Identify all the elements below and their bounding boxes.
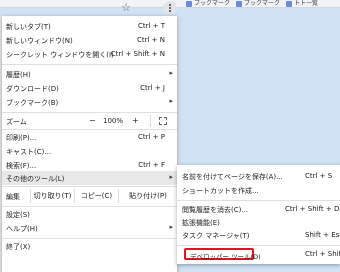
zoom-row: ズーム − 100% + bbox=[2, 114, 177, 128]
bookmark-bar: ブックマーク ブックマーク トト一覧 bbox=[186, 0, 318, 8]
menu-item-print[interactable]: 印刷(P)... Ctrl + P bbox=[2, 130, 177, 144]
folder-icon bbox=[186, 1, 192, 7]
menu-item-cast[interactable]: キャスト(C)... bbox=[2, 144, 177, 158]
chevron-right-icon: ▸ bbox=[169, 97, 173, 105]
paste-button[interactable]: 貼り付け(P) bbox=[118, 189, 177, 203]
fullscreen-icon[interactable] bbox=[159, 117, 167, 125]
submenu-item-create-shortcut[interactable]: ショートカットを作成... bbox=[177, 184, 340, 197]
toolbar-icons: ☆ bbox=[119, 1, 177, 15]
menu-button[interactable] bbox=[163, 1, 177, 15]
edit-row: 編集 切り取り(T) コピー(C) 貼り付け(P) bbox=[2, 188, 177, 204]
folder-icon bbox=[286, 1, 293, 7]
menu-divider bbox=[2, 186, 177, 187]
devtools-highlight: デベロッパー ツール(D) bbox=[184, 248, 261, 261]
menu-divider bbox=[177, 200, 340, 201]
bookmark-item[interactable]: ブックマーク bbox=[236, 0, 280, 8]
menu-item-new-tab[interactable]: 新しいタブ(T) Ctrl + T bbox=[2, 19, 177, 33]
chrome-main-menu: 新しいタブ(T) Ctrl + T 新しいウィンドウ(N) Ctrl + N シ… bbox=[2, 16, 177, 272]
zoom-level: 100% bbox=[103, 117, 124, 125]
submenu-item-task-manager[interactable]: タスク マネージャ(T) Shift + Esc bbox=[177, 229, 340, 242]
copy-button[interactable]: コピー(C) bbox=[74, 189, 118, 203]
chevron-right-icon: ▸ bbox=[169, 69, 173, 77]
menu-item-downloads[interactable]: ダウンロード(D) Ctrl + J bbox=[2, 81, 177, 95]
submenu-item-extensions[interactable]: 拡張機能(E) bbox=[177, 216, 340, 229]
menu-divider bbox=[2, 64, 177, 65]
menu-item-bookmarks[interactable]: ブックマーク(B) ▸ bbox=[2, 95, 177, 109]
menu-item-more-tools[interactable]: その他のツール(L) ▸ bbox=[2, 171, 177, 185]
zoom-divider bbox=[150, 115, 151, 127]
menu-divider bbox=[177, 245, 340, 246]
menu-item-new-window[interactable]: 新しいウィンドウ(N) Ctrl + N bbox=[2, 33, 177, 47]
more-tools-submenu: 名前を付けてページを保存(A)... Ctrl + S ショートカットを作成..… bbox=[177, 165, 340, 264]
star-icon[interactable]: ☆ bbox=[119, 1, 133, 15]
submenu-item-save-page[interactable]: 名前を付けてページを保存(A)... Ctrl + S bbox=[177, 170, 340, 183]
bookmark-item[interactable]: ブックマーク bbox=[186, 0, 230, 8]
menu-item-find[interactable]: 検索(F)... Ctrl + F bbox=[2, 158, 177, 172]
menu-item-incognito[interactable]: シークレット ウィンドウを開く(I) Ctrl + Shift + N bbox=[2, 47, 177, 61]
cut-button[interactable]: 切り取り(T) bbox=[30, 189, 74, 203]
chevron-right-icon: ▸ bbox=[169, 173, 173, 181]
bookmark-item[interactable]: トト一覧 bbox=[286, 0, 318, 8]
menu-divider bbox=[2, 112, 177, 113]
zoom-in-button[interactable]: + bbox=[132, 116, 139, 125]
submenu-item-devtools[interactable]: デベロッパー ツール(D) Ctrl + Shift + I bbox=[177, 248, 340, 261]
menu-item-exit[interactable]: 終了(X) bbox=[2, 239, 177, 253]
folder-icon bbox=[236, 1, 243, 7]
menu-item-help[interactable]: ヘルプ(H) ▸ bbox=[2, 221, 177, 235]
zoom-out-button[interactable]: − bbox=[89, 116, 96, 125]
submenu-item-clear-history[interactable]: 閲覧履歴を消去(C)... Ctrl + Shift + Delete bbox=[177, 203, 340, 216]
menu-item-settings[interactable]: 設定(S) bbox=[2, 207, 177, 221]
chevron-right-icon: ▸ bbox=[169, 223, 173, 231]
kebab-icon bbox=[169, 4, 171, 6]
menu-item-history[interactable]: 履歴(H) ▸ bbox=[2, 67, 177, 81]
